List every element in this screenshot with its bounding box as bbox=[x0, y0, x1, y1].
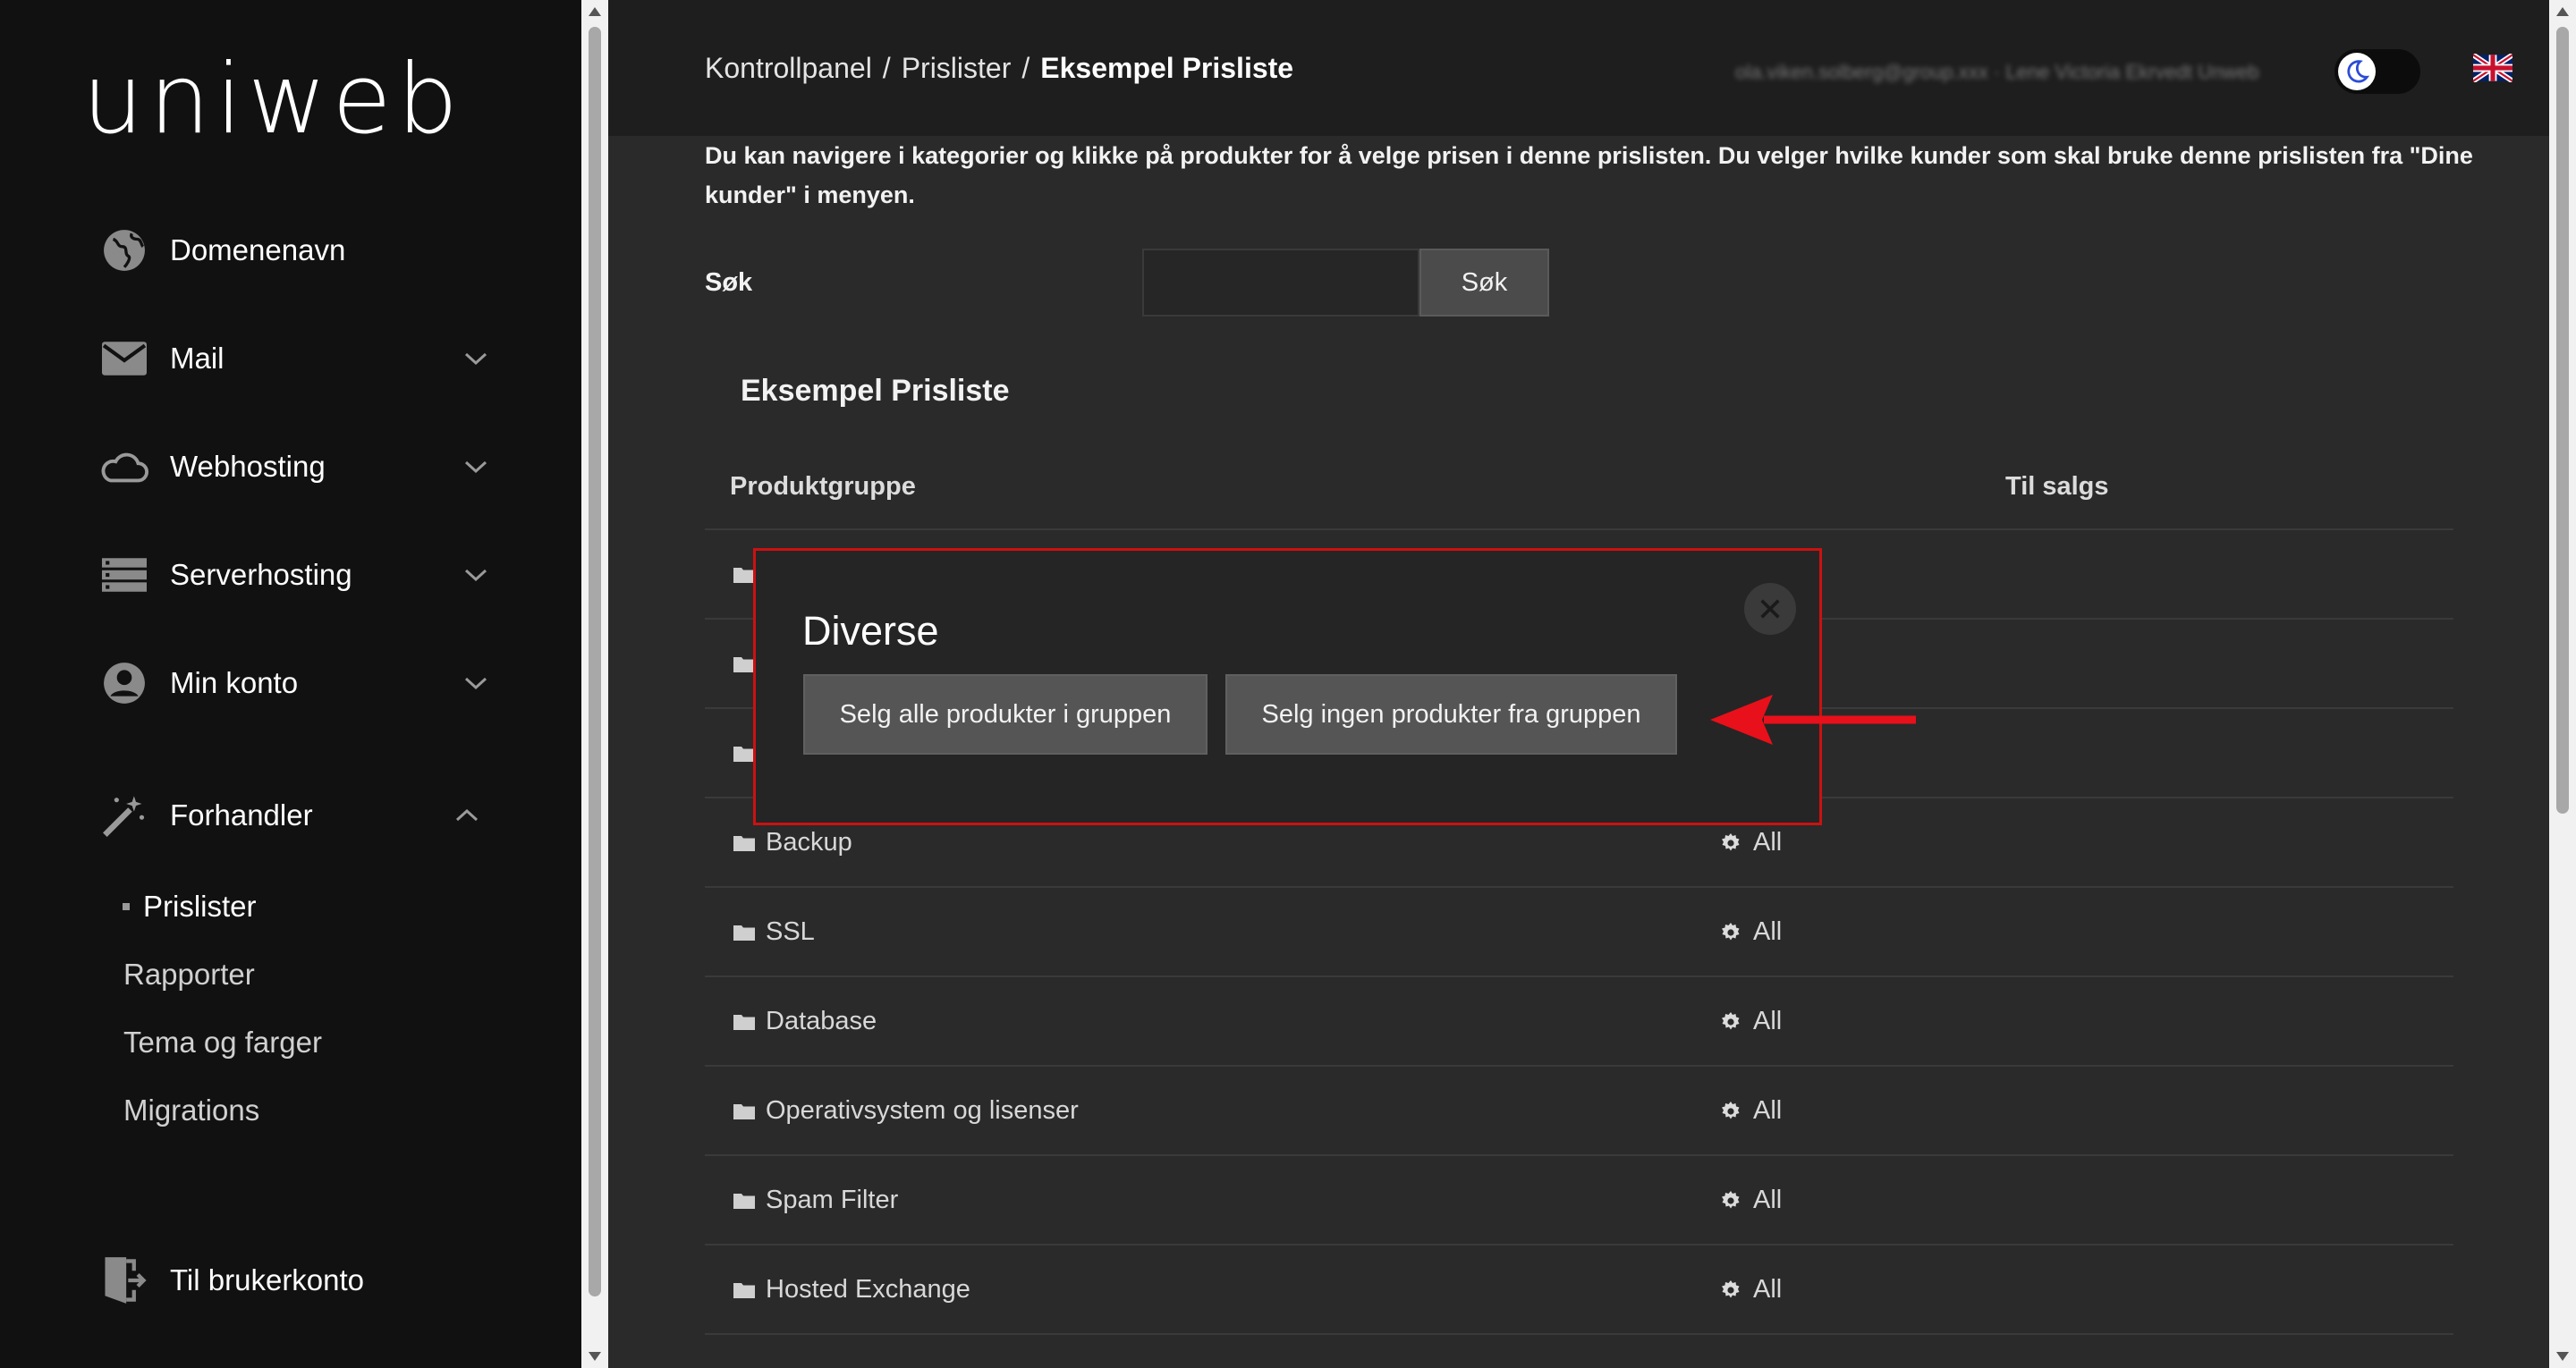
scroll-up-arrow-icon[interactable] bbox=[2556, 7, 2569, 16]
search-input[interactable] bbox=[1142, 249, 1419, 317]
folder-icon bbox=[733, 1104, 755, 1119]
chevron-down-icon bbox=[460, 667, 492, 699]
sidebar-item-label: Domenenavn bbox=[170, 233, 346, 266]
price-list-title: Eksempel Prisliste bbox=[741, 374, 1010, 408]
table-row[interactable]: Operativsystem og lisenser All bbox=[705, 1067, 2453, 1156]
sidebar-item-mail[interactable]: Mail bbox=[98, 327, 492, 390]
dark-mode-toggle[interactable] bbox=[2334, 49, 2420, 94]
product-group-name: Database bbox=[766, 1007, 877, 1035]
sidebar-item-label: Min konto bbox=[170, 666, 299, 699]
subitem-migrations[interactable]: Migrations bbox=[123, 1094, 259, 1127]
gear-icon[interactable] bbox=[1720, 1011, 1741, 1033]
chevron-down-icon bbox=[460, 559, 492, 591]
uk-flag-icon[interactable] bbox=[2471, 52, 2514, 84]
sign-out-icon bbox=[98, 1254, 150, 1306]
breadcrumb: Kontrollpanel / Prislister / Eksempel Pr… bbox=[705, 52, 1293, 85]
folder-icon bbox=[733, 925, 755, 941]
server-icon bbox=[98, 549, 150, 601]
breadcrumb-item[interactable]: Kontrollpanel bbox=[705, 52, 872, 85]
search-button[interactable]: Søk bbox=[1419, 249, 1549, 317]
close-icon[interactable] bbox=[1744, 583, 1796, 635]
folder-icon bbox=[733, 657, 755, 672]
scroll-up-arrow-icon[interactable] bbox=[589, 7, 601, 16]
sale-status: All bbox=[1753, 1096, 1783, 1125]
breadcrumb-separator: / bbox=[1021, 52, 1030, 84]
moon-icon bbox=[2338, 53, 2376, 90]
folder-icon bbox=[733, 1283, 755, 1298]
sidebar-item-label: Serverhosting bbox=[170, 558, 352, 591]
sale-status: All bbox=[1753, 1186, 1783, 1214]
user-account-info[interactable]: ola.viken.solberg@group.xxx · Lene Victo… bbox=[1735, 61, 2259, 84]
sidebar-item-webhosting[interactable]: Webhosting bbox=[98, 435, 492, 498]
active-bullet bbox=[123, 903, 130, 910]
sidebar-footer-label: Til brukerkonto bbox=[170, 1263, 365, 1296]
search-label: Søk bbox=[705, 268, 753, 297]
user-circle-icon bbox=[98, 657, 150, 709]
chevron-down-icon bbox=[460, 451, 492, 483]
gear-icon[interactable] bbox=[1720, 832, 1741, 854]
breadcrumb-current: Eksempel Prisliste bbox=[1040, 52, 1294, 84]
intro-text: Du kan navigere i kategorier og klikke p… bbox=[705, 142, 2473, 208]
scrollbar-thumb[interactable] bbox=[2556, 27, 2569, 814]
subitem-tema-og-farger[interactable]: Tema og farger bbox=[123, 1026, 322, 1060]
red-arrow-annotation bbox=[1710, 695, 1916, 745]
logo-text: uniweb bbox=[82, 44, 464, 156]
til-brukerkonto-link[interactable]: Til brukerkonto bbox=[98, 1249, 492, 1312]
product-group-modal: Diverse Selg alle produkter i gruppen Se… bbox=[753, 548, 1822, 825]
scrollbar-thumb[interactable] bbox=[589, 27, 601, 1296]
top-bar: Kontrollpanel / Prislister / Eksempel Pr… bbox=[608, 0, 2549, 136]
sidebar-item-min-konto[interactable]: Min konto bbox=[98, 652, 492, 714]
product-group-name: SSL bbox=[766, 917, 815, 946]
gear-icon[interactable] bbox=[1720, 1190, 1741, 1212]
sidebar-item-label: Webhosting bbox=[170, 450, 326, 483]
sidebar: uniweb Domenenavn Mail Webhosting Server… bbox=[0, 0, 581, 1368]
product-group-name: Operativsystem og lisenser bbox=[766, 1096, 1079, 1125]
sell-all-products-button[interactable]: Selg alle produkter i gruppen bbox=[803, 674, 1208, 755]
gear-icon[interactable] bbox=[1720, 1101, 1741, 1122]
gear-icon[interactable] bbox=[1720, 922, 1741, 943]
table-row[interactable]: SSL All bbox=[705, 888, 2453, 977]
magic-wand-icon bbox=[98, 790, 150, 841]
sidebar-item-serverhosting[interactable]: Serverhosting bbox=[98, 544, 492, 606]
scroll-down-arrow-icon[interactable] bbox=[2556, 1352, 2569, 1361]
breadcrumb-separator: / bbox=[882, 52, 891, 84]
sale-status: All bbox=[1753, 1007, 1783, 1035]
folder-icon bbox=[733, 1194, 755, 1209]
product-group-name: Hosted Exchange bbox=[766, 1275, 970, 1304]
table-row[interactable]: Spam Filter All bbox=[705, 1156, 2453, 1246]
table-row[interactable]: Hosted Exchange All bbox=[705, 1246, 2453, 1335]
scroll-down-arrow-icon[interactable] bbox=[589, 1352, 601, 1361]
breadcrumb-item[interactable]: Prislister bbox=[902, 52, 1012, 85]
gear-icon[interactable] bbox=[1720, 1279, 1741, 1301]
table-row[interactable]: Database All bbox=[705, 977, 2453, 1067]
main-scrollbar[interactable] bbox=[2549, 0, 2576, 1368]
chevron-up-icon bbox=[451, 799, 483, 832]
modal-title: Diverse bbox=[802, 608, 939, 654]
sale-status: All bbox=[1753, 828, 1783, 857]
column-header-til-salgs: Til salgs bbox=[2005, 472, 2109, 501]
sidebar-item-domenenavn[interactable]: Domenenavn bbox=[98, 219, 492, 282]
folder-icon bbox=[733, 747, 755, 762]
globe-icon bbox=[98, 224, 150, 276]
folder-icon bbox=[733, 1015, 755, 1030]
chevron-down-icon bbox=[460, 342, 492, 375]
column-header-produktgruppe: Produktgruppe bbox=[730, 472, 916, 501]
subitem-prislister[interactable]: Prislister bbox=[143, 890, 257, 924]
sell-no-products-button[interactable]: Selg ingen produkter fra gruppen bbox=[1225, 674, 1677, 755]
uniweb-logo[interactable]: uniweb bbox=[82, 52, 463, 148]
folder-icon bbox=[733, 836, 755, 851]
sale-status: All bbox=[1753, 917, 1783, 946]
sidebar-item-label: Mail bbox=[170, 342, 225, 375]
sidebar-item-forhandler[interactable]: Forhandler bbox=[98, 784, 483, 847]
sale-status: All bbox=[1753, 1275, 1783, 1304]
sidebar-item-label: Forhandler bbox=[170, 798, 313, 832]
sidebar-scrollbar[interactable] bbox=[581, 0, 608, 1368]
product-group-name: Backup bbox=[766, 828, 852, 857]
folder-icon bbox=[733, 568, 755, 583]
product-group-name: Spam Filter bbox=[766, 1186, 899, 1214]
cloud-icon bbox=[98, 441, 150, 493]
subitem-rapporter[interactable]: Rapporter bbox=[123, 958, 255, 992]
mail-icon bbox=[98, 333, 150, 384]
